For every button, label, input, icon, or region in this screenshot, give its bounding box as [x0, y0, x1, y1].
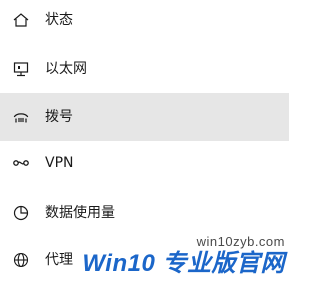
dial-up-icon — [12, 108, 30, 126]
nav-label-status: 状态 — [45, 12, 73, 28]
globe-icon — [12, 251, 30, 269]
vpn-icon — [12, 154, 30, 172]
nav-label-dial-up: 拨号 — [45, 109, 73, 125]
nav-item-ethernet[interactable]: 以太网 — [0, 45, 289, 93]
nav-item-dial-up[interactable]: 拨号 — [0, 93, 289, 141]
nav-label-vpn: VPN — [45, 155, 74, 171]
nav-item-proxy[interactable]: 代理 — [0, 236, 289, 284]
nav-item-vpn[interactable]: VPN — [0, 139, 289, 187]
nav-item-status[interactable]: 状态 — [0, 0, 289, 44]
nav-label-proxy: 代理 — [45, 252, 73, 268]
home-icon — [12, 11, 30, 29]
nav-label-data-usage: 数据使用量 — [45, 205, 115, 221]
ethernet-icon — [12, 60, 30, 78]
data-usage-icon — [12, 204, 30, 222]
nav-label-ethernet: 以太网 — [45, 61, 87, 77]
nav-item-data-usage[interactable]: 数据使用量 — [0, 189, 289, 237]
